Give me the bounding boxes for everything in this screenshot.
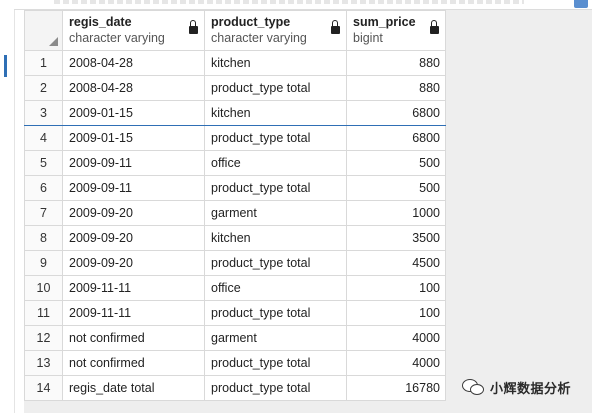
row-number-cell[interactable]: 7 [24, 200, 63, 226]
product-type-cell[interactable]: garment [204, 325, 347, 351]
regis-date-cell[interactable]: 2009-01-15 [62, 125, 205, 151]
table-row[interactable]: 6 2009-09-11 product_type total 500 [24, 175, 446, 201]
table-row[interactable]: 7 2009-09-20 garment 1000 [24, 200, 446, 226]
regis-date-cell[interactable]: 2009-09-20 [62, 225, 205, 251]
row-number-cell[interactable]: 13 [24, 350, 63, 376]
query-editor-strip[interactable] [14, 0, 592, 10]
header-row: regis_date character varying product_typ… [24, 10, 446, 51]
select-all-corner[interactable] [24, 10, 63, 51]
table-row[interactable]: 14 regis_date total product_type total 1678… [24, 375, 446, 401]
regis-date-cell[interactable]: 2009-11-11 [62, 300, 205, 326]
column-name: product_type [211, 15, 291, 29]
product-type-cell[interactable]: product_type total [204, 175, 347, 201]
table-row[interactable]: 8 2009-09-20 kitchen 3500 [24, 225, 446, 251]
column-header-product-type[interactable]: product_type character varying [204, 10, 347, 51]
sum-price-cell[interactable]: 3500 [346, 225, 446, 251]
lock-icon [331, 20, 340, 34]
regis-date-cell[interactable]: 2009-01-15 [62, 100, 205, 126]
table-row[interactable]: 5 2009-09-11 office 500 [24, 150, 446, 176]
regis-date-cell[interactable]: 2008-04-28 [62, 50, 205, 76]
product-type-cell[interactable]: product_type total [204, 300, 347, 326]
query-text-fragment [54, 0, 524, 4]
current-line-marker [4, 55, 7, 77]
table-row[interactable]: 10 2009-11-11 office 100 [24, 275, 446, 301]
regis-date-cell[interactable]: 2009-09-11 [62, 150, 205, 176]
row-number-cell[interactable]: 10 [24, 275, 63, 301]
column-type: character varying [211, 31, 307, 45]
sum-price-cell[interactable]: 880 [346, 50, 446, 76]
editor-action-button[interactable] [574, 0, 588, 8]
product-type-cell[interactable]: garment [204, 200, 347, 226]
regis-date-cell[interactable]: not confirmed [62, 325, 205, 351]
sum-price-cell[interactable]: 4000 [346, 350, 446, 376]
column-header-regis-date[interactable]: regis_date character varying [62, 10, 205, 51]
row-number-cell[interactable]: 12 [24, 325, 63, 351]
sum-price-cell[interactable]: 1000 [346, 200, 446, 226]
row-number-cell[interactable]: 14 [24, 375, 63, 401]
sum-price-cell[interactable]: 4500 [346, 250, 446, 276]
watermark-text: 小辉数据分析 [490, 380, 572, 396]
sum-price-cell[interactable]: 500 [346, 150, 446, 176]
sum-price-cell[interactable]: 880 [346, 75, 446, 101]
results-body: 1 2008-04-28 kitchen 880 2 2008-04-28 product_… [24, 50, 446, 401]
table-row[interactable]: 11 2009-11-11 product_type total 100 [24, 300, 446, 326]
row-number-cell[interactable]: 2 [24, 75, 63, 101]
corner-triangle-icon [49, 37, 58, 46]
wechat-icon [462, 378, 484, 396]
lock-icon [189, 20, 198, 34]
row-number-cell[interactable]: 1 [24, 50, 63, 76]
sum-price-cell[interactable]: 6800 [346, 100, 446, 126]
product-type-cell[interactable]: product_type total [204, 350, 347, 376]
product-type-cell[interactable]: product_type total [204, 75, 347, 101]
table-row[interactable]: 13 not confirmed product_type total 4000 [24, 350, 446, 376]
product-type-cell[interactable]: kitchen [204, 225, 347, 251]
product-type-cell[interactable]: product_type total [204, 250, 347, 276]
regis-date-cell[interactable]: 2009-09-20 [62, 250, 205, 276]
sum-price-cell[interactable]: 6800 [346, 125, 446, 151]
regis-date-cell[interactable]: regis_date total [62, 375, 205, 401]
sum-price-cell[interactable]: 500 [346, 175, 446, 201]
row-number-cell[interactable]: 9 [24, 250, 63, 276]
product-type-cell[interactable]: office [204, 275, 347, 301]
column-header-sum-price[interactable]: sum_price bigint [346, 10, 446, 51]
table-row[interactable]: 4 2009-01-15 product_type total 6800 [24, 125, 446, 151]
editor-gutter [0, 0, 15, 413]
regis-date-cell[interactable]: 2009-11-11 [62, 275, 205, 301]
regis-date-cell[interactable]: 2008-04-28 [62, 75, 205, 101]
lock-icon [430, 20, 439, 34]
table-row[interactable]: 12 not confirmed garment 4000 [24, 325, 446, 351]
product-type-cell[interactable]: office [204, 150, 347, 176]
table-row[interactable]: 9 2009-09-20 product_type total 4500 [24, 250, 446, 276]
query-results-grid[interactable]: regis_date character varying product_typ… [24, 10, 592, 413]
column-type: character varying [69, 31, 165, 45]
regis-date-cell[interactable]: 2009-09-20 [62, 200, 205, 226]
product-type-cell[interactable]: product_type total [204, 125, 347, 151]
row-number-cell[interactable]: 11 [24, 300, 63, 326]
regis-date-cell[interactable]: not confirmed [62, 350, 205, 376]
sum-price-cell[interactable]: 4000 [346, 325, 446, 351]
regis-date-cell[interactable]: 2009-09-11 [62, 175, 205, 201]
product-type-cell[interactable]: kitchen [204, 50, 347, 76]
table-row[interactable]: 1 2008-04-28 kitchen 880 [24, 50, 446, 76]
table-row[interactable]: 2 2008-04-28 product_type total 880 [24, 75, 446, 101]
results-table: regis_date character varying product_typ… [24, 10, 446, 401]
sum-price-cell[interactable]: 100 [346, 275, 446, 301]
column-name: regis_date [69, 15, 132, 29]
sum-price-cell[interactable]: 100 [346, 300, 446, 326]
row-number-cell[interactable]: 3 [24, 100, 63, 126]
product-type-cell[interactable]: kitchen [204, 100, 347, 126]
row-number-cell[interactable]: 8 [24, 225, 63, 251]
row-number-cell[interactable]: 4 [24, 125, 63, 151]
watermark: 小辉数据分析 [462, 376, 571, 398]
row-number-cell[interactable]: 5 [24, 150, 63, 176]
product-type-cell[interactable]: product_type total [204, 375, 347, 401]
sum-price-cell[interactable]: 16780 [346, 375, 446, 401]
table-row[interactable]: 3 2009-01-15 kitchen 6800 [24, 100, 446, 126]
row-number-cell[interactable]: 6 [24, 175, 63, 201]
